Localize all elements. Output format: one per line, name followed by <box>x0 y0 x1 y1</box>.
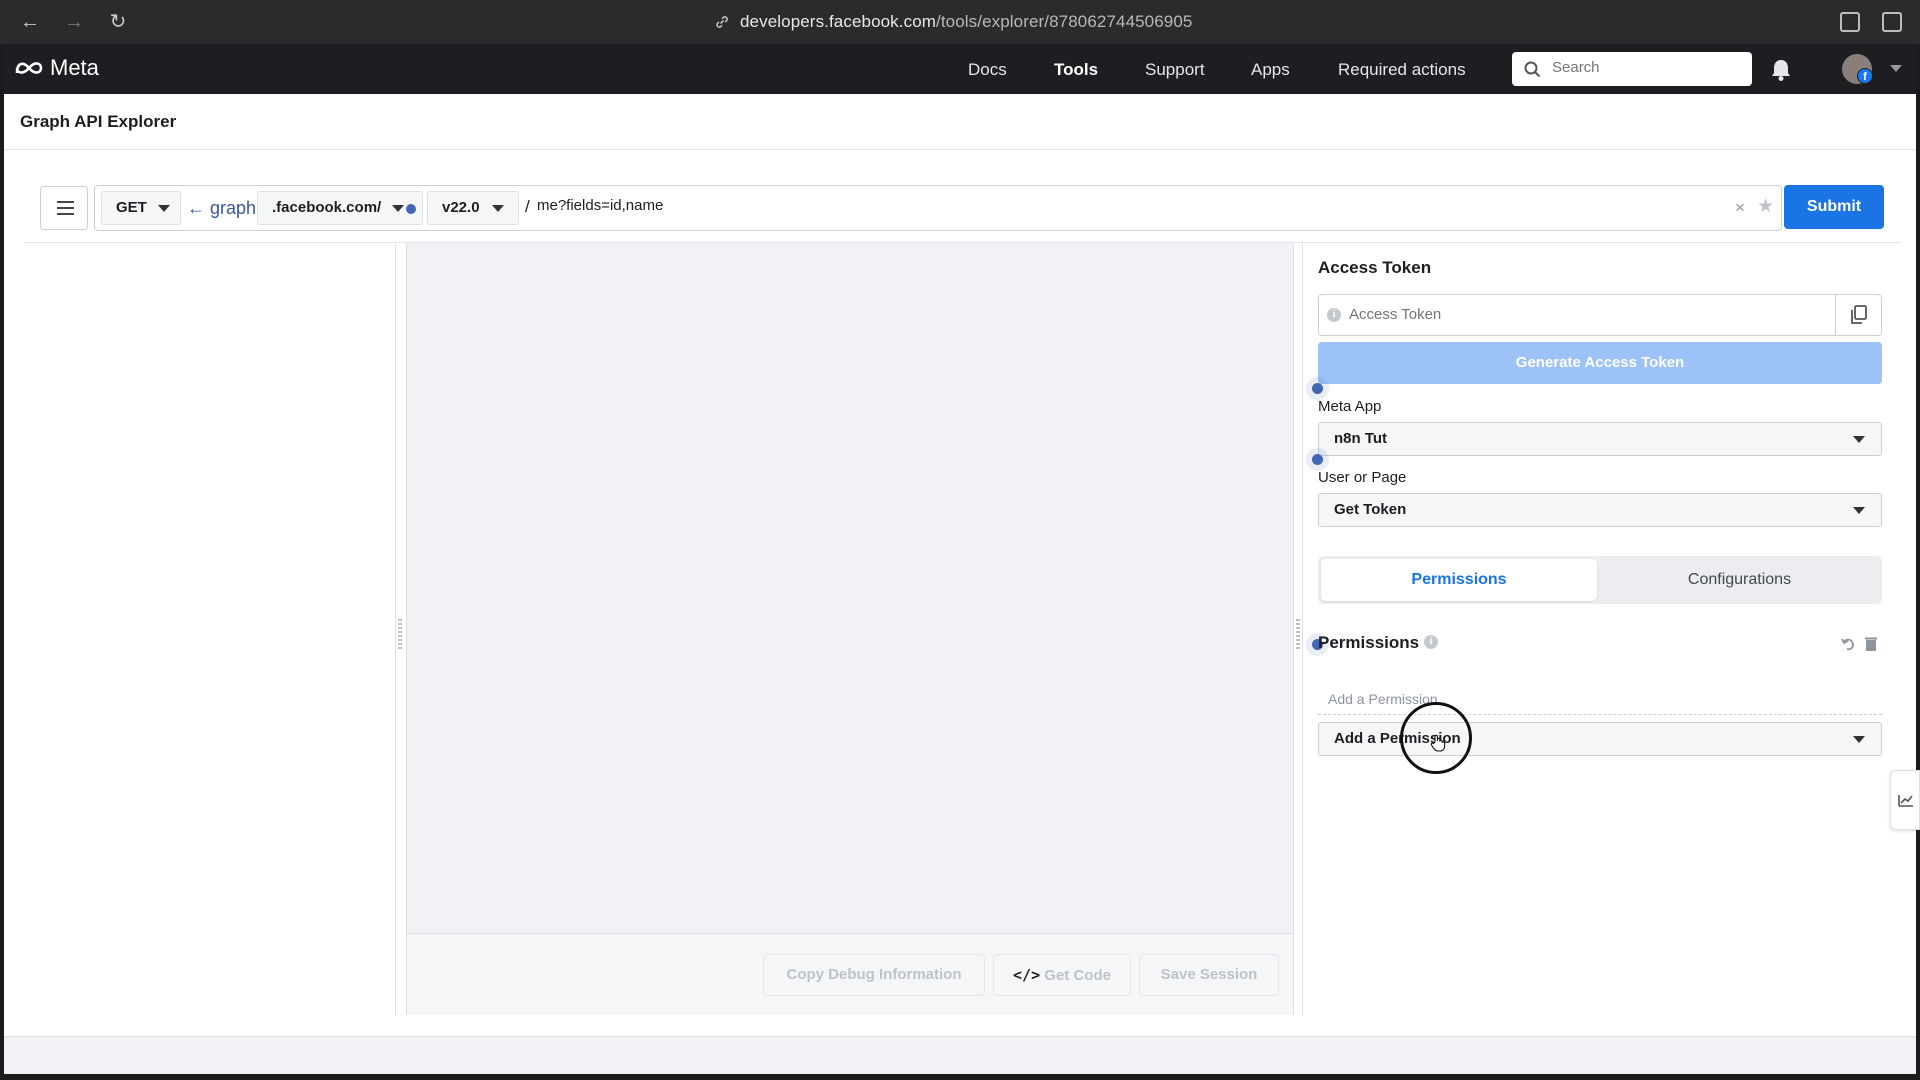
tab-permissions[interactable]: Permissions <box>1321 559 1597 601</box>
copy-button[interactable] <box>1835 295 1881 335</box>
save-session-button[interactable]: Save Session <box>1139 954 1279 996</box>
search-box[interactable] <box>1512 52 1752 86</box>
graph-domain-link[interactable]: ← graph. <box>187 198 261 219</box>
facebook-badge-icon: f <box>1857 68 1873 84</box>
chevron-down-icon <box>1853 736 1865 743</box>
meta-header: Meta Docs Tools Support Apps Required ac… <box>4 44 1916 94</box>
trash-icon[interactable] <box>1864 636 1878 652</box>
path-separator: / <box>525 197 530 216</box>
version-select[interactable]: v22.0 <box>427 191 519 225</box>
access-token-input[interactable] <box>1349 306 1829 323</box>
tab-configurations[interactable]: Configurations <box>1600 559 1879 601</box>
divider <box>1318 714 1882 715</box>
chevron-down-icon <box>1853 436 1865 443</box>
search-icon <box>1524 61 1541 78</box>
address-bar[interactable]: developers.facebook.com/tools/explorer/8… <box>740 12 1192 32</box>
url-domain: developers.facebook.com <box>740 12 937 31</box>
get-code-label: Get Code <box>1044 967 1111 984</box>
response-footer: Copy Debug Information </> Get Code Save… <box>407 933 1293 1015</box>
chevron-down-icon <box>392 205 404 212</box>
meta-app-label: Meta App <box>1318 398 1382 415</box>
code-icon: </> <box>1013 966 1041 984</box>
meta-logo[interactable]: Meta <box>14 55 99 81</box>
user-or-page-value: Get Token <box>1334 501 1407 518</box>
nav-apps[interactable]: Apps <box>1251 60 1290 80</box>
bell-icon[interactable] <box>1770 58 1792 82</box>
back-arrow-icon[interactable]: ← <box>18 10 42 34</box>
settings-tabs: Permissions Configurations <box>1318 556 1882 604</box>
info-icon[interactable]: i <box>1424 635 1438 649</box>
meta-infinity-icon <box>15 62 43 74</box>
domain-select[interactable]: .facebook.com/ <box>257 191 423 225</box>
chevron-down-icon[interactable] <box>1890 65 1902 72</box>
resize-handle[interactable] <box>398 619 402 649</box>
status-bar <box>4 1036 1916 1074</box>
query-path-input[interactable] <box>537 197 1487 214</box>
chevron-down-icon <box>158 205 170 212</box>
get-code-button[interactable]: </> Get Code <box>993 954 1131 996</box>
submit-button[interactable]: Submit <box>1784 185 1884 229</box>
response-panel: Copy Debug Information </> Get Code Save… <box>406 243 1294 1015</box>
page-title-bar: Graph API Explorer <box>4 94 1916 150</box>
tour-hotspot-dot[interactable] <box>406 204 416 214</box>
hamburger-icon <box>57 201 74 203</box>
access-token-field[interactable]: i <box>1318 294 1882 336</box>
version-value: v22.0 <box>442 199 480 216</box>
query-bar: GET ← graph. .facebook.com/ v22.0 / × ★ <box>94 185 1782 231</box>
url-path: /tools/explorer/878062744506905 <box>936 12 1193 31</box>
undo-icon[interactable] <box>1840 636 1856 652</box>
reader-mode-icon[interactable] <box>1840 12 1860 32</box>
search-input[interactable] <box>1552 59 1742 76</box>
nav-support[interactable]: Support <box>1145 60 1205 80</box>
http-method-value: GET <box>116 199 147 216</box>
nav-required-actions[interactable]: Required actions <box>1338 60 1466 80</box>
chart-line-icon <box>1898 795 1913 807</box>
tour-hotspot-dot[interactable] <box>1312 454 1323 465</box>
sidebar-toggle-icon[interactable] <box>1882 12 1902 32</box>
copy-debug-button[interactable]: Copy Debug Information <box>763 954 985 996</box>
meta-app-select[interactable]: n8n Tut <box>1318 422 1882 456</box>
generate-access-token-button[interactable]: Generate Access Token <box>1318 342 1882 384</box>
resize-handle[interactable] <box>1296 619 1300 649</box>
http-method-select[interactable]: GET <box>101 191 181 225</box>
user-or-page-label: User or Page <box>1318 469 1407 486</box>
meta-app-value: n8n Tut <box>1334 430 1388 447</box>
forward-arrow-icon[interactable]: → <box>62 10 86 34</box>
meta-brand-text: Meta <box>50 55 99 80</box>
hand-cursor-icon <box>1430 734 1446 752</box>
chevron-down-icon <box>1853 507 1865 514</box>
page-title: Graph API Explorer <box>20 112 177 131</box>
browser-toolbar: ← → ↻ developers.facebook.com/tools/expl… <box>0 0 1920 44</box>
domain-value: .facebook.com/ <box>272 199 382 216</box>
copy-icon <box>1851 305 1867 324</box>
feedback-tab[interactable] <box>1890 770 1920 830</box>
chevron-down-icon <box>492 205 504 212</box>
user-or-page-select[interactable]: Get Token <box>1318 493 1882 527</box>
divider <box>1302 243 1303 1015</box>
star-icon[interactable]: ★ <box>1757 195 1774 218</box>
nav-docs[interactable]: Docs <box>968 60 1007 80</box>
reload-icon[interactable]: ↻ <box>106 10 130 34</box>
info-icon: i <box>1327 308 1341 322</box>
permissions-title: Permissions <box>1318 633 1420 652</box>
nav-tools[interactable]: Tools <box>1054 60 1098 80</box>
menu-button[interactable] <box>40 186 88 230</box>
link-icon <box>716 16 728 28</box>
clear-icon[interactable]: × <box>1735 198 1745 218</box>
field-explorer-panel <box>24 243 396 1015</box>
tour-hotspot-dot[interactable] <box>1312 383 1323 394</box>
access-token-title: Access Token <box>1318 258 1432 277</box>
page-content: Graph API Explorer GET ← graph. .faceboo… <box>4 94 1916 1074</box>
